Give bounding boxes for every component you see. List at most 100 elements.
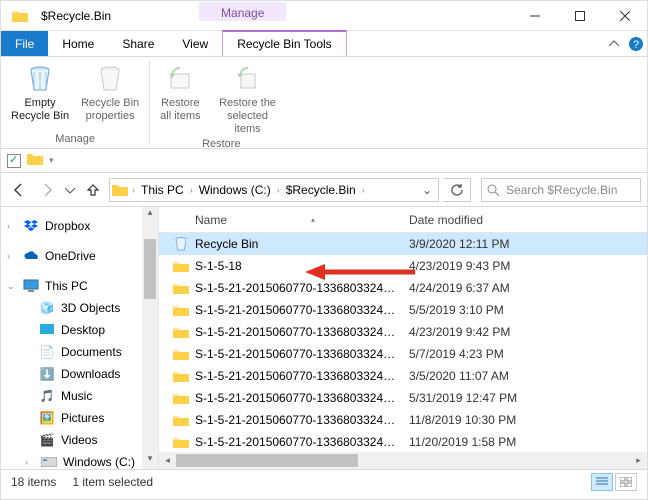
file-name: S-1-5-21-2015060770-1336803324-14438441.… bbox=[191, 391, 399, 405]
file-row[interactable]: S-1-5-21-2015060770-1336803324-14438441.… bbox=[159, 321, 647, 343]
sort-asc-icon: ▴ bbox=[311, 215, 315, 224]
minimize-button[interactable] bbox=[512, 1, 557, 30]
status-bar: 18 items 1 item selected bbox=[1, 469, 647, 493]
maximize-button[interactable] bbox=[557, 1, 602, 30]
restore-selected-button[interactable]: Restore the selected items bbox=[207, 59, 289, 138]
refresh-button[interactable] bbox=[443, 178, 471, 202]
scroll-down-icon[interactable]: ▾ bbox=[142, 453, 158, 469]
file-name: S-1-5-21-2015060770-1336803324-14438441.… bbox=[191, 369, 399, 383]
scroll-thumb[interactable] bbox=[144, 239, 156, 299]
downloads-icon: ⬇️ bbox=[39, 366, 55, 382]
file-row[interactable]: S-1-5-21-2015060770-1336803324-14438441.… bbox=[159, 365, 647, 387]
help-button[interactable]: ? bbox=[625, 31, 647, 56]
file-date: 11/20/2019 1:58 PM bbox=[399, 435, 647, 449]
tab-view[interactable]: View bbox=[168, 31, 222, 56]
file-row[interactable]: Recycle Bin3/9/2020 12:11 PM bbox=[159, 233, 647, 255]
svg-text:?: ? bbox=[633, 39, 639, 51]
tab-file[interactable]: File bbox=[1, 31, 48, 56]
column-name[interactable]: Name▴ bbox=[159, 213, 399, 227]
restore-all-button[interactable]: Restore all items bbox=[154, 59, 206, 138]
file-date: 5/7/2019 4:23 PM bbox=[399, 347, 647, 361]
drive-icon bbox=[41, 454, 57, 469]
back-button[interactable] bbox=[7, 178, 31, 202]
folder-icon bbox=[112, 182, 128, 198]
objects3d-icon: 🧊 bbox=[39, 300, 55, 316]
file-name: S-1-5-21-2015060770-1336803324-14438441.… bbox=[191, 413, 399, 427]
address-dropdown-button[interactable]: ⌄ bbox=[418, 183, 436, 197]
file-name: Recycle Bin bbox=[191, 237, 399, 251]
scroll-right-icon[interactable]: ▸ bbox=[630, 452, 647, 469]
nav-documents[interactable]: 📄Documents bbox=[1, 341, 158, 363]
nav-pictures[interactable]: 🖼️Pictures bbox=[1, 407, 158, 429]
nav-onedrive[interactable]: ›OneDrive bbox=[1, 245, 158, 267]
scroll-up-icon[interactable]: ▴ bbox=[142, 207, 158, 223]
nav-desktop[interactable]: Desktop bbox=[1, 319, 158, 341]
file-row[interactable]: S-1-5-21-2015060770-1336803324-14438441.… bbox=[159, 387, 647, 409]
forward-button[interactable] bbox=[35, 178, 59, 202]
music-icon: 🎵 bbox=[39, 388, 55, 404]
file-row[interactable]: S-1-5-21-2015060770-1336803324-14438441.… bbox=[159, 299, 647, 321]
file-date: 11/8/2019 10:30 PM bbox=[399, 413, 647, 427]
file-row[interactable]: S-1-5-21-2015060770-1336803324-14438441.… bbox=[159, 409, 647, 431]
empty-recycle-bin-icon bbox=[24, 63, 56, 95]
address-bar-row: › This PC › Windows (C:) › $Recycle.Bin … bbox=[1, 173, 647, 207]
scroll-left-icon[interactable]: ◂ bbox=[159, 452, 176, 469]
checkbox-icon[interactable] bbox=[7, 154, 21, 168]
nav-music[interactable]: 🎵Music bbox=[1, 385, 158, 407]
nav-dropbox[interactable]: ›Dropbox bbox=[1, 215, 158, 237]
window-title: $Recycle.Bin bbox=[39, 1, 119, 30]
up-button[interactable] bbox=[81, 178, 105, 202]
breadcrumb[interactable]: › This PC › Windows (C:) › $Recycle.Bin … bbox=[109, 178, 439, 202]
nav-drive-c[interactable]: ›Windows (C:) bbox=[1, 451, 158, 469]
crumb-folder[interactable]: $Recycle.Bin bbox=[284, 183, 358, 197]
file-row[interactable]: S-1-5-21-2015060770-1336803324-14438441.… bbox=[159, 431, 647, 452]
close-button[interactable] bbox=[602, 1, 647, 30]
chevron-right-icon[interactable]: › bbox=[190, 185, 193, 195]
folder-icon bbox=[171, 303, 191, 317]
navpane-scrollbar[interactable]: ▴ ▾ bbox=[142, 207, 158, 469]
tab-home[interactable]: Home bbox=[48, 31, 108, 56]
details-view-button[interactable] bbox=[591, 473, 613, 491]
navigation-pane[interactable]: ›Dropbox ›OneDrive ⌄This PC 🧊3D Objects … bbox=[1, 207, 159, 469]
status-item-count: 18 items bbox=[11, 475, 56, 489]
folder-icon bbox=[171, 391, 191, 405]
chevron-right-icon[interactable]: › bbox=[362, 185, 365, 195]
nav-3d-objects[interactable]: 🧊3D Objects bbox=[1, 297, 158, 319]
nav-this-pc[interactable]: ⌄This PC bbox=[1, 275, 158, 297]
desktop-icon bbox=[39, 322, 55, 338]
tab-share[interactable]: Share bbox=[108, 31, 168, 56]
file-list[interactable]: Recycle Bin3/9/2020 12:11 PMS-1-5-184/23… bbox=[159, 233, 647, 452]
scroll-thumb[interactable] bbox=[176, 454, 358, 467]
file-row[interactable]: S-1-5-184/23/2019 9:43 PM bbox=[159, 255, 647, 277]
ribbon-collapse-button[interactable] bbox=[603, 31, 625, 56]
search-input[interactable]: Search $Recycle.Bin bbox=[481, 178, 641, 202]
thumbnails-view-button[interactable] bbox=[615, 473, 637, 491]
recent-locations-button[interactable] bbox=[63, 178, 77, 202]
nav-videos[interactable]: 🎬Videos bbox=[1, 429, 158, 451]
file-date: 4/24/2019 6:37 AM bbox=[399, 281, 647, 295]
crumb-this-pc[interactable]: This PC bbox=[139, 183, 186, 197]
search-placeholder: Search $Recycle.Bin bbox=[506, 183, 617, 197]
recycle-bin-icon bbox=[171, 236, 191, 252]
file-list-pane: Name▴ Date modified Recycle Bin3/9/2020 … bbox=[159, 207, 647, 469]
file-row[interactable]: S-1-5-21-2015060770-1336803324-14438441.… bbox=[159, 277, 647, 299]
column-date[interactable]: Date modified bbox=[399, 213, 647, 227]
empty-recycle-bin-button[interactable]: Empty Recycle Bin bbox=[5, 59, 75, 133]
quick-access-toolbar: ▾ bbox=[1, 149, 647, 173]
recycle-bin-properties-icon bbox=[94, 63, 126, 95]
chevron-right-icon[interactable]: › bbox=[132, 185, 135, 195]
file-row[interactable]: S-1-5-21-2015060770-1336803324-14438441.… bbox=[159, 343, 647, 365]
pictures-icon: 🖼️ bbox=[39, 410, 55, 426]
nav-downloads[interactable]: ⬇️Downloads bbox=[1, 363, 158, 385]
folder-icon bbox=[171, 369, 191, 383]
horizontal-scrollbar[interactable]: ◂ ▸ bbox=[159, 452, 647, 469]
crumb-drive[interactable]: Windows (C:) bbox=[197, 183, 273, 197]
file-date: 3/9/2020 12:11 PM bbox=[399, 237, 647, 251]
folder-icon bbox=[171, 259, 191, 273]
recycle-bin-properties-button[interactable]: Recycle Bin properties bbox=[75, 59, 145, 133]
folder-icon bbox=[171, 325, 191, 339]
onedrive-icon bbox=[23, 248, 39, 264]
file-date: 4/23/2019 9:43 PM bbox=[399, 259, 647, 273]
chevron-right-icon[interactable]: › bbox=[277, 185, 280, 195]
tab-recycle-bin-tools[interactable]: Recycle Bin Tools bbox=[222, 30, 347, 56]
